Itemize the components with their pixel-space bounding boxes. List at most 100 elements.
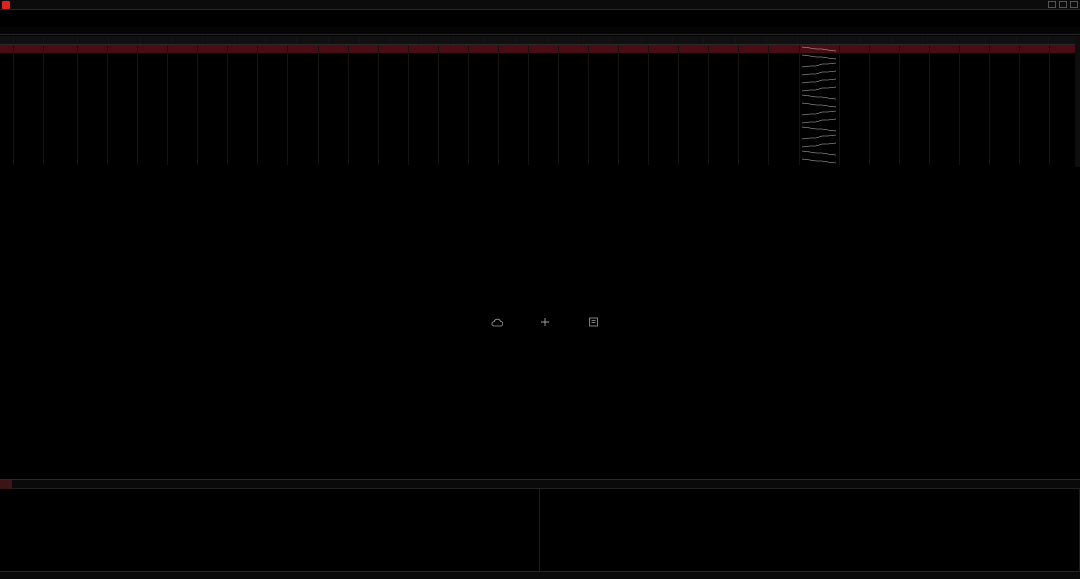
column-header[interactable] — [485, 36, 517, 44]
column-header[interactable] — [798, 36, 830, 44]
news-tab[interactable] — [36, 480, 48, 489]
news-tab[interactable] — [0, 480, 12, 489]
table-row[interactable] — [0, 45, 1080, 53]
board-tab[interactable] — [128, 27, 136, 34]
column-header[interactable] — [109, 36, 141, 44]
table-row[interactable] — [0, 157, 1080, 165]
table-row[interactable] — [0, 125, 1080, 133]
news-item[interactable] — [540, 537, 1079, 545]
quick-menu-item[interactable] — [112, 19, 120, 27]
table-row[interactable] — [0, 109, 1080, 117]
column-header[interactable] — [141, 36, 172, 44]
top-menu-item[interactable] — [14, 0, 22, 9]
quick-menu-item[interactable] — [24, 19, 32, 27]
function-menu-item[interactable] — [88, 10, 96, 19]
news-item[interactable] — [540, 545, 1079, 553]
function-menu-item[interactable] — [8, 10, 16, 19]
top-menu-item[interactable] — [22, 0, 30, 9]
column-header[interactable] — [861, 36, 893, 44]
top-menu-item[interactable] — [94, 0, 102, 9]
function-menu-item[interactable] — [0, 10, 8, 19]
quick-menu-item[interactable] — [8, 19, 16, 27]
function-menu-item[interactable] — [96, 10, 104, 19]
quick-menu-item[interactable] — [104, 19, 112, 27]
board-tab[interactable] — [40, 27, 48, 34]
top-menu-item[interactable] — [78, 0, 86, 9]
board-tab[interactable] — [72, 27, 80, 34]
table-scrollbar[interactable] — [1075, 36, 1080, 167]
function-menu-item[interactable] — [80, 10, 88, 19]
quick-menu-item[interactable] — [96, 19, 104, 27]
quick-menu-item[interactable] — [64, 19, 72, 27]
news-item[interactable] — [0, 553, 539, 561]
board-tab[interactable] — [24, 27, 32, 34]
quick-menu-item[interactable] — [144, 19, 152, 27]
top-menu-item[interactable] — [46, 0, 54, 9]
function-menu-item[interactable] — [136, 10, 144, 19]
news-item[interactable] — [0, 561, 539, 569]
news-tab[interactable] — [24, 480, 36, 489]
help-button[interactable] — [578, 316, 608, 337]
board-tab[interactable] — [48, 27, 56, 34]
quick-menu-item[interactable] — [120, 19, 128, 27]
table-row[interactable] — [0, 85, 1080, 93]
news-item[interactable] — [0, 513, 539, 521]
column-header[interactable] — [297, 36, 329, 44]
board-tab[interactable] — [80, 27, 88, 34]
top-menu-item[interactable] — [30, 0, 38, 9]
table-row[interactable] — [0, 141, 1080, 149]
table-row[interactable] — [0, 117, 1080, 125]
quick-menu-item[interactable] — [56, 19, 64, 27]
news-item[interactable] — [0, 537, 539, 545]
function-menu-item[interactable] — [72, 10, 80, 19]
function-menu-item[interactable] — [112, 10, 120, 19]
column-header[interactable] — [329, 36, 360, 44]
column-header[interactable] — [203, 36, 235, 44]
column-header[interactable] — [986, 36, 1018, 44]
column-header[interactable] — [14, 36, 44, 44]
news-item[interactable] — [540, 529, 1079, 537]
column-header[interactable] — [923, 36, 955, 44]
column-header[interactable] — [360, 36, 392, 44]
close-button[interactable] — [1070, 1, 1078, 8]
board-tab[interactable] — [64, 27, 72, 34]
column-header[interactable] — [454, 36, 486, 44]
table-row[interactable] — [0, 61, 1080, 69]
column-header[interactable] — [704, 36, 736, 44]
news-item[interactable] — [0, 505, 539, 513]
column-header[interactable] — [579, 36, 611, 44]
news-item[interactable] — [540, 497, 1079, 505]
news-item[interactable] — [0, 497, 539, 505]
news-item[interactable] — [0, 489, 539, 497]
column-header[interactable] — [422, 36, 454, 44]
news-tab[interactable] — [12, 480, 24, 489]
column-header[interactable] — [1017, 36, 1049, 44]
function-menu-item[interactable] — [128, 10, 136, 19]
board-tab[interactable] — [104, 27, 112, 34]
news-item[interactable] — [540, 553, 1079, 561]
top-menu-item[interactable] — [70, 0, 78, 9]
news-item[interactable] — [540, 521, 1079, 529]
function-menu-item[interactable] — [24, 10, 32, 19]
top-menu-item[interactable] — [110, 0, 118, 9]
top-menu-item[interactable] — [54, 0, 62, 9]
function-menu-item[interactable] — [40, 10, 48, 19]
column-header[interactable] — [78, 36, 110, 44]
news-item[interactable] — [540, 505, 1079, 513]
top-menu-item[interactable] — [102, 0, 110, 9]
function-menu-item[interactable] — [104, 10, 112, 19]
board-tab[interactable] — [32, 27, 40, 34]
column-header[interactable] — [767, 36, 799, 44]
board-tab[interactable] — [120, 27, 128, 34]
minimize-button[interactable] — [1048, 1, 1056, 8]
column-header[interactable] — [0, 36, 14, 44]
quick-menu-item[interactable] — [16, 19, 24, 27]
news-item[interactable] — [0, 545, 539, 553]
maximize-button[interactable] — [1059, 1, 1067, 8]
board-tab[interactable] — [144, 27, 152, 34]
column-header[interactable] — [892, 36, 924, 44]
column-header[interactable] — [266, 36, 298, 44]
column-header[interactable] — [610, 36, 642, 44]
quick-menu-item[interactable] — [0, 19, 8, 27]
column-header[interactable] — [642, 36, 673, 44]
